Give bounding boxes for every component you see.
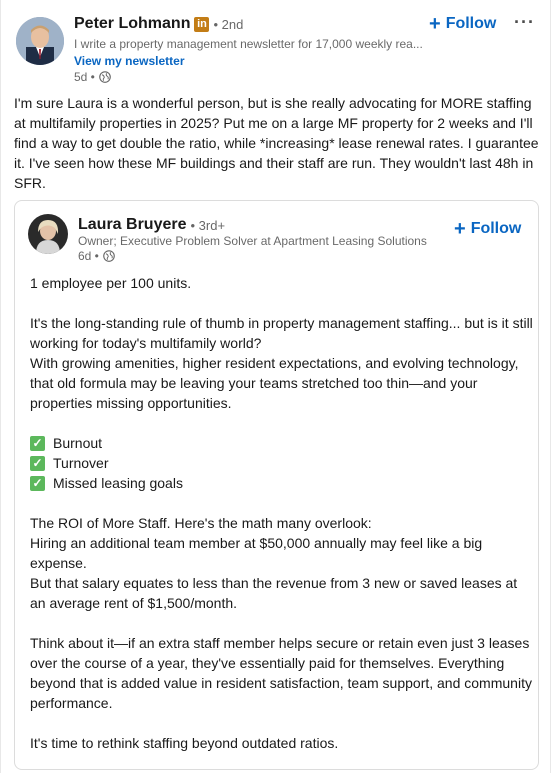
- author-avatar[interactable]: [16, 17, 64, 65]
- plus-icon: +: [454, 218, 466, 240]
- checklist: ✓ Burnout ✓ Turnover ✓ Missed leasing go…: [30, 433, 535, 493]
- reshared-sentence: Hiring an additional team member at $50,…: [30, 535, 483, 571]
- globe-icon: [103, 250, 115, 262]
- checkmark-icon: ✓: [30, 435, 45, 451]
- checklist-item-label: Burnout: [53, 435, 103, 451]
- premium-badge-icon: in: [194, 16, 210, 32]
- view-newsletter-link[interactable]: View my newsletter: [74, 54, 185, 68]
- reshared-author-name-line: Laura Bruyere • 3rd+: [78, 216, 225, 234]
- checkmark-icon: ✓: [30, 455, 45, 471]
- reshared-post-body: 1 employee per 100 units. It's the long-…: [30, 273, 535, 773]
- feed-post: Peter Lohmann in • 2nd I write a propert…: [0, 0, 551, 773]
- more-options-icon[interactable]: ···: [514, 12, 535, 33]
- follow-button[interactable]: + Follow: [429, 13, 497, 35]
- checklist-item-label: Missed leasing goals: [53, 475, 183, 491]
- reshared-paragraph: It's time to rethink staffing beyond out…: [30, 735, 339, 751]
- checklist-item-label: Turnover: [53, 455, 109, 471]
- follow-label: Follow: [470, 220, 522, 237]
- reshared-post-card[interactable]: Laura Bruyere • 3rd+ Owner; Executive Pr…: [14, 200, 539, 770]
- checklist-item: ✓ Turnover: [30, 453, 535, 473]
- reshared-post-time: 6d •: [78, 249, 99, 263]
- reshared-paragraph: It's the long-standing rule of thumb in …: [30, 313, 535, 413]
- plus-icon: +: [429, 13, 441, 35]
- author-name-line: Peter Lohmann in • 2nd: [74, 15, 243, 33]
- reshared-sentence: The ROI of More Staff. Here's the math m…: [30, 515, 372, 531]
- connection-degree: • 2nd: [213, 16, 244, 32]
- author-headline: I write a property management newsletter…: [74, 37, 423, 51]
- reshared-sentence: With growing amenities, higher resident …: [30, 355, 519, 411]
- reshared-author-headline: Owner; Executive Problem Solver at Apart…: [78, 234, 427, 248]
- reshared-paragraph: 1 employee per 100 units.: [30, 275, 192, 291]
- reshared-author-avatar[interactable]: [28, 214, 68, 254]
- reshared-connection-degree: • 3rd+: [190, 217, 226, 233]
- post-meta: 5d •: [74, 70, 111, 84]
- reshared-sentence: It's the long-standing rule of thumb in …: [30, 315, 533, 351]
- reshared-post-meta: 6d •: [78, 249, 115, 263]
- reshared-paragraph: Think about it—if an extra staff member …: [30, 635, 532, 711]
- reshared-paragraph: The ROI of More Staff. Here's the math m…: [30, 513, 535, 613]
- globe-icon: [99, 71, 111, 83]
- checklist-item: ✓ Missed leasing goals: [30, 473, 535, 493]
- follow-label: Follow: [445, 15, 497, 32]
- checklist-item: ✓ Burnout: [30, 433, 535, 453]
- author-name[interactable]: Peter Lohmann: [74, 15, 190, 33]
- reshared-author-name[interactable]: Laura Bruyere: [78, 216, 187, 234]
- post-body-text: I'm sure Laura is a wonderful person, bu…: [14, 95, 539, 191]
- post-time: 5d •: [74, 70, 95, 84]
- reshared-sentence: But that salary equates to less than the…: [30, 575, 518, 611]
- reshared-follow-button[interactable]: + Follow: [454, 218, 522, 240]
- checkmark-icon: ✓: [30, 475, 45, 491]
